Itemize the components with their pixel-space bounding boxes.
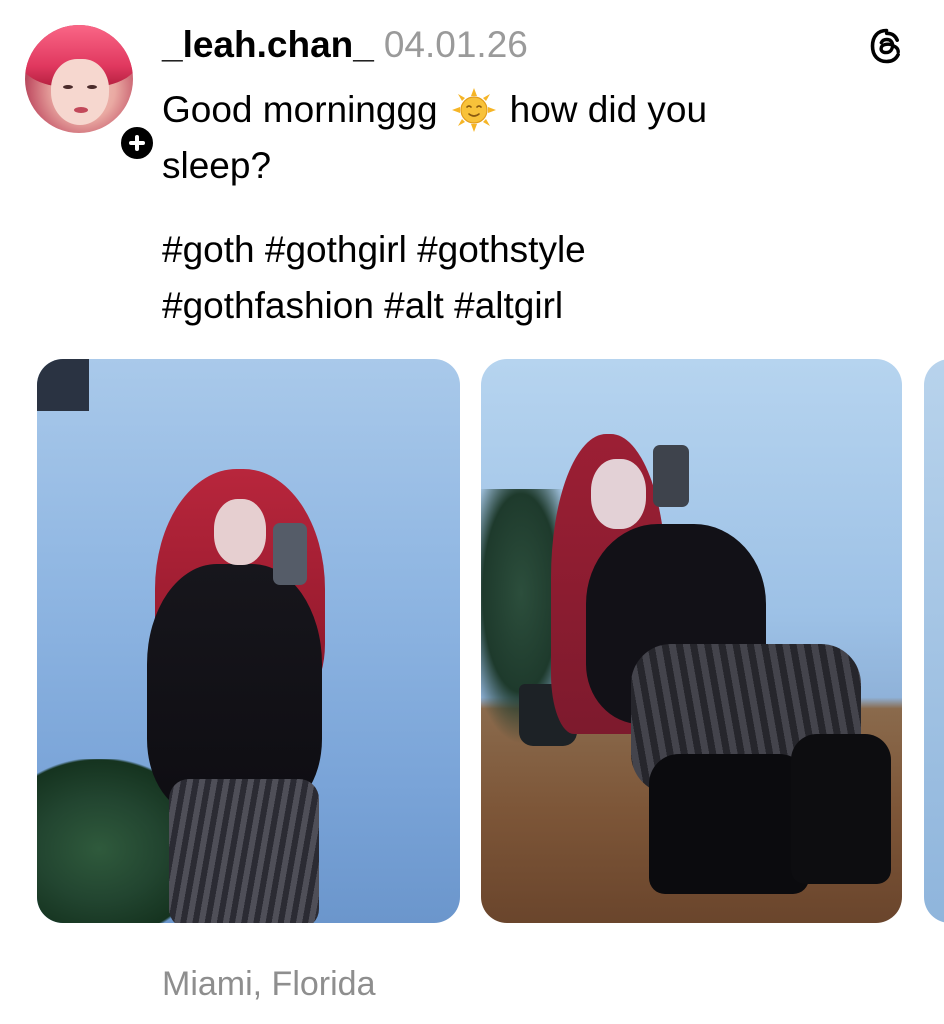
person-face xyxy=(591,459,646,529)
threads-logo-icon[interactable] xyxy=(866,26,906,66)
hashtags-line-2[interactable]: #gothfashion #alt #altgirl xyxy=(162,284,563,328)
post-photo-2[interactable] xyxy=(481,359,902,923)
post-photo-3-partial[interactable] xyxy=(924,359,944,923)
sun-with-face-emoji-icon xyxy=(451,88,496,132)
thread-post: _leah.chan_ 04.01.26 Good morninggg how … xyxy=(0,0,944,1024)
location-tag[interactable]: Miami, Florida xyxy=(162,962,375,1006)
avatar[interactable] xyxy=(25,25,157,163)
hashtags-line-1[interactable]: #goth #gothgirl #gothstyle xyxy=(162,228,586,272)
person-body xyxy=(147,564,322,814)
follow-plus-icon[interactable] xyxy=(117,123,157,163)
person-legs xyxy=(169,779,319,923)
post-photo-1[interactable] xyxy=(37,359,460,923)
boot-left xyxy=(649,754,809,894)
post-text-line-2: sleep? xyxy=(162,145,272,186)
boot-right xyxy=(791,734,891,884)
avatar-image[interactable] xyxy=(25,25,133,133)
wall-frame xyxy=(37,359,89,411)
post-text-part-1: Good morninggg xyxy=(162,89,438,130)
person-face xyxy=(214,499,266,565)
phone xyxy=(653,445,689,507)
post-header: _leah.chan_ 04.01.26 xyxy=(162,24,528,68)
username[interactable]: _leah.chan_ xyxy=(162,24,374,66)
phone xyxy=(273,523,307,585)
post-date: 04.01.26 xyxy=(383,24,528,65)
post-text-part-2: how did you xyxy=(509,89,708,130)
post-text-line-1: Good morninggg how did you xyxy=(162,88,707,132)
